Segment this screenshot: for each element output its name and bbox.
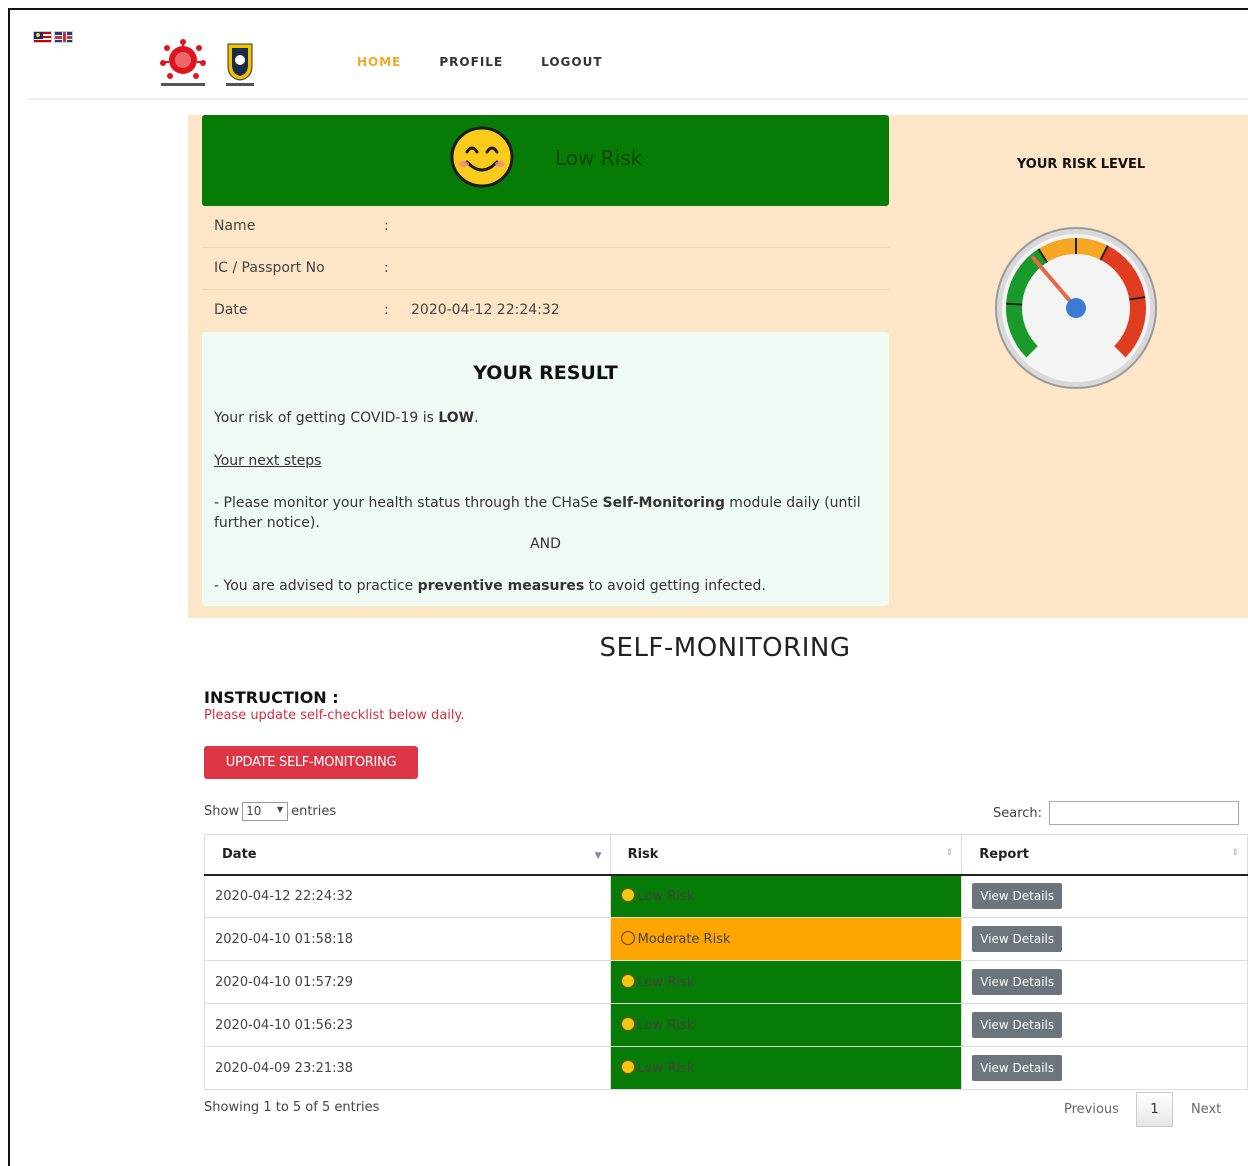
detail-label: Date: [214, 302, 248, 318]
table-row: 2020-04-09 23:21:38 Low Risk View Details: [204, 1046, 1248, 1090]
table-row: 2020-04-10 01:58:18 Moderate Risk View Det…: [204, 917, 1248, 961]
risk-label: Low Risk: [637, 975, 695, 990]
entries-length-control: Show 10 ▼ entries: [204, 802, 336, 821]
date-cell: 2020-04-09 23:21:38: [204, 1046, 611, 1090]
view-details-button[interactable]: View Details: [972, 926, 1063, 952]
detail-label: IC / Passport No: [214, 260, 325, 276]
date-cell: 2020-04-12 22:24:32: [204, 874, 611, 918]
risk-label: Low Risk: [637, 1061, 695, 1076]
page-border-top: [8, 8, 1248, 10]
date-cell: 2020-04-10 01:58:18: [204, 917, 611, 961]
risk-cell: Low Risk: [609, 1003, 963, 1047]
pagination-next[interactable]: Next: [1191, 1102, 1221, 1117]
detail-colon: :: [384, 218, 389, 234]
report-cell: View Details: [961, 1046, 1248, 1090]
smiley-face-icon: [620, 974, 635, 988]
result-title: YOUR RESULT: [473, 362, 618, 384]
view-details-button[interactable]: View Details: [972, 969, 1063, 995]
sort-icon: ⇕: [945, 848, 954, 858]
report-cell: View Details: [961, 917, 1248, 961]
main-nav: HOME PROFILE LOGOUT: [357, 55, 603, 69]
risk-cell: Low Risk: [609, 1046, 963, 1090]
risk-cell: Moderate Risk: [609, 917, 963, 961]
step-preventive-measures: - You are advised to practice preventive…: [214, 578, 766, 594]
neutral-face-icon: [620, 931, 635, 945]
risk-label: Low Risk: [637, 1018, 695, 1033]
step-self-monitoring: - Please monitor your health status thro…: [214, 495, 861, 531]
update-self-monitoring-button[interactable]: UPDATE SELF-MONITORING: [204, 746, 418, 779]
gauge-tick: [1006, 302, 1023, 306]
nav-divider: [28, 98, 1248, 100]
smiley-face-icon: [450, 126, 514, 188]
dropdown-arrow-icon: ▼: [276, 805, 284, 814]
entries-select-value: 10: [246, 804, 262, 818]
risk-label: Moderate Risk: [637, 932, 731, 947]
sort-icon: ⇕: [1231, 848, 1239, 858]
detail-colon: :: [384, 302, 389, 318]
date-cell: 2020-04-10 01:56:23: [204, 1003, 611, 1047]
sort-desc-icon: ▼: [594, 851, 602, 861]
risk-label: Low Risk: [637, 889, 695, 905]
result-summary: Your risk of getting COVID-19 is LOW.: [214, 410, 479, 426]
and-separator: AND: [530, 536, 561, 552]
gauge-hub: [1066, 298, 1086, 318]
pagination-previous[interactable]: Previous: [1064, 1102, 1119, 1117]
risk-cell: Low Risk: [609, 874, 963, 918]
view-details-button[interactable]: View Details: [972, 1012, 1063, 1038]
risk-level-gauge: [995, 227, 1157, 389]
table-search: Search:: [993, 801, 1240, 825]
detail-label: Name: [214, 218, 256, 234]
table-header-row: Date ▼ Risk ⇕ Report ⇕: [204, 834, 1248, 876]
instruction-title: INSTRUCTION :: [204, 688, 339, 707]
risk-cell: Low Risk: [609, 960, 963, 1004]
search-input[interactable]: [1049, 801, 1240, 825]
detail-row-name: Name :: [202, 206, 889, 248]
report-cell: View Details: [961, 874, 1248, 918]
chase-covid19-logo[interactable]: [153, 36, 213, 88]
view-details-button[interactable]: View Details: [972, 883, 1063, 910]
nav-profile[interactable]: PROFILE: [439, 55, 503, 69]
unisza-logo[interactable]: [222, 40, 258, 88]
entries-label: entries: [291, 804, 337, 819]
result-card: YOUR RESULT Your risk of getting COVID-1…: [202, 332, 889, 606]
malaysia-flag-icon[interactable]: [33, 31, 52, 43]
pagination-page-1[interactable]: 1: [1135, 1092, 1173, 1127]
table-row: 2020-04-10 01:56:23 Low Risk View Details: [204, 1003, 1248, 1047]
report-cell: View Details: [961, 1003, 1248, 1047]
nav-logout[interactable]: LOGOUT: [541, 55, 602, 69]
nav-home[interactable]: HOME: [357, 55, 401, 69]
table-row: 2020-04-10 01:57:29 Low Risk View Details: [204, 960, 1248, 1004]
table-row: 2020-04-12 22:24:32 Low Risk View Details: [204, 874, 1248, 918]
smiley-face-icon: [620, 1017, 635, 1031]
column-header-report[interactable]: Report ⇕: [961, 834, 1248, 876]
instruction-text: Please update self-checklist below daily…: [204, 708, 465, 723]
page-border-left: [8, 8, 10, 1166]
language-switcher: [33, 31, 73, 43]
column-header-risk[interactable]: Risk ⇕: [609, 834, 963, 876]
self-monitoring-title: SELF-MONITORING: [599, 633, 851, 663]
detail-value: 2020-04-12 22:24:32: [411, 302, 560, 318]
pagination: Previous 1 Next: [1064, 1092, 1221, 1127]
self-monitoring-table: Date ▼ Risk ⇕ Report ⇕ 2020-04-12 22:24:32 L…: [204, 834, 1248, 1090]
smiley-face-icon: [620, 1060, 635, 1074]
smiley-face-icon: [620, 888, 635, 903]
view-details-button[interactable]: View Details: [972, 1055, 1063, 1081]
entries-select[interactable]: 10 ▼: [242, 802, 289, 821]
column-header-date[interactable]: Date ▼: [204, 834, 611, 876]
show-label: Show: [204, 804, 240, 819]
detail-colon: :: [384, 260, 389, 276]
next-steps-heading: Your next steps: [214, 453, 322, 469]
uk-flag-icon[interactable]: [54, 31, 73, 43]
risk-banner-label: Low Risk: [555, 146, 643, 170]
table-info: Showing 1 to 5 of 5 entries: [204, 1100, 380, 1115]
table-body: 2020-04-12 22:24:32 Low Risk View Details 2…: [204, 874, 1248, 1090]
detail-row-ic: IC / Passport No :: [202, 248, 889, 290]
date-cell: 2020-04-10 01:57:29: [204, 960, 611, 1004]
detail-row-date: Date : 2020-04-12 22:24:32: [202, 290, 889, 332]
risk-level-title: YOUR RISK LEVEL: [1016, 157, 1146, 172]
report-cell: View Details: [961, 960, 1248, 1004]
search-label: Search:: [993, 805, 1043, 821]
risk-banner: [202, 115, 889, 206]
